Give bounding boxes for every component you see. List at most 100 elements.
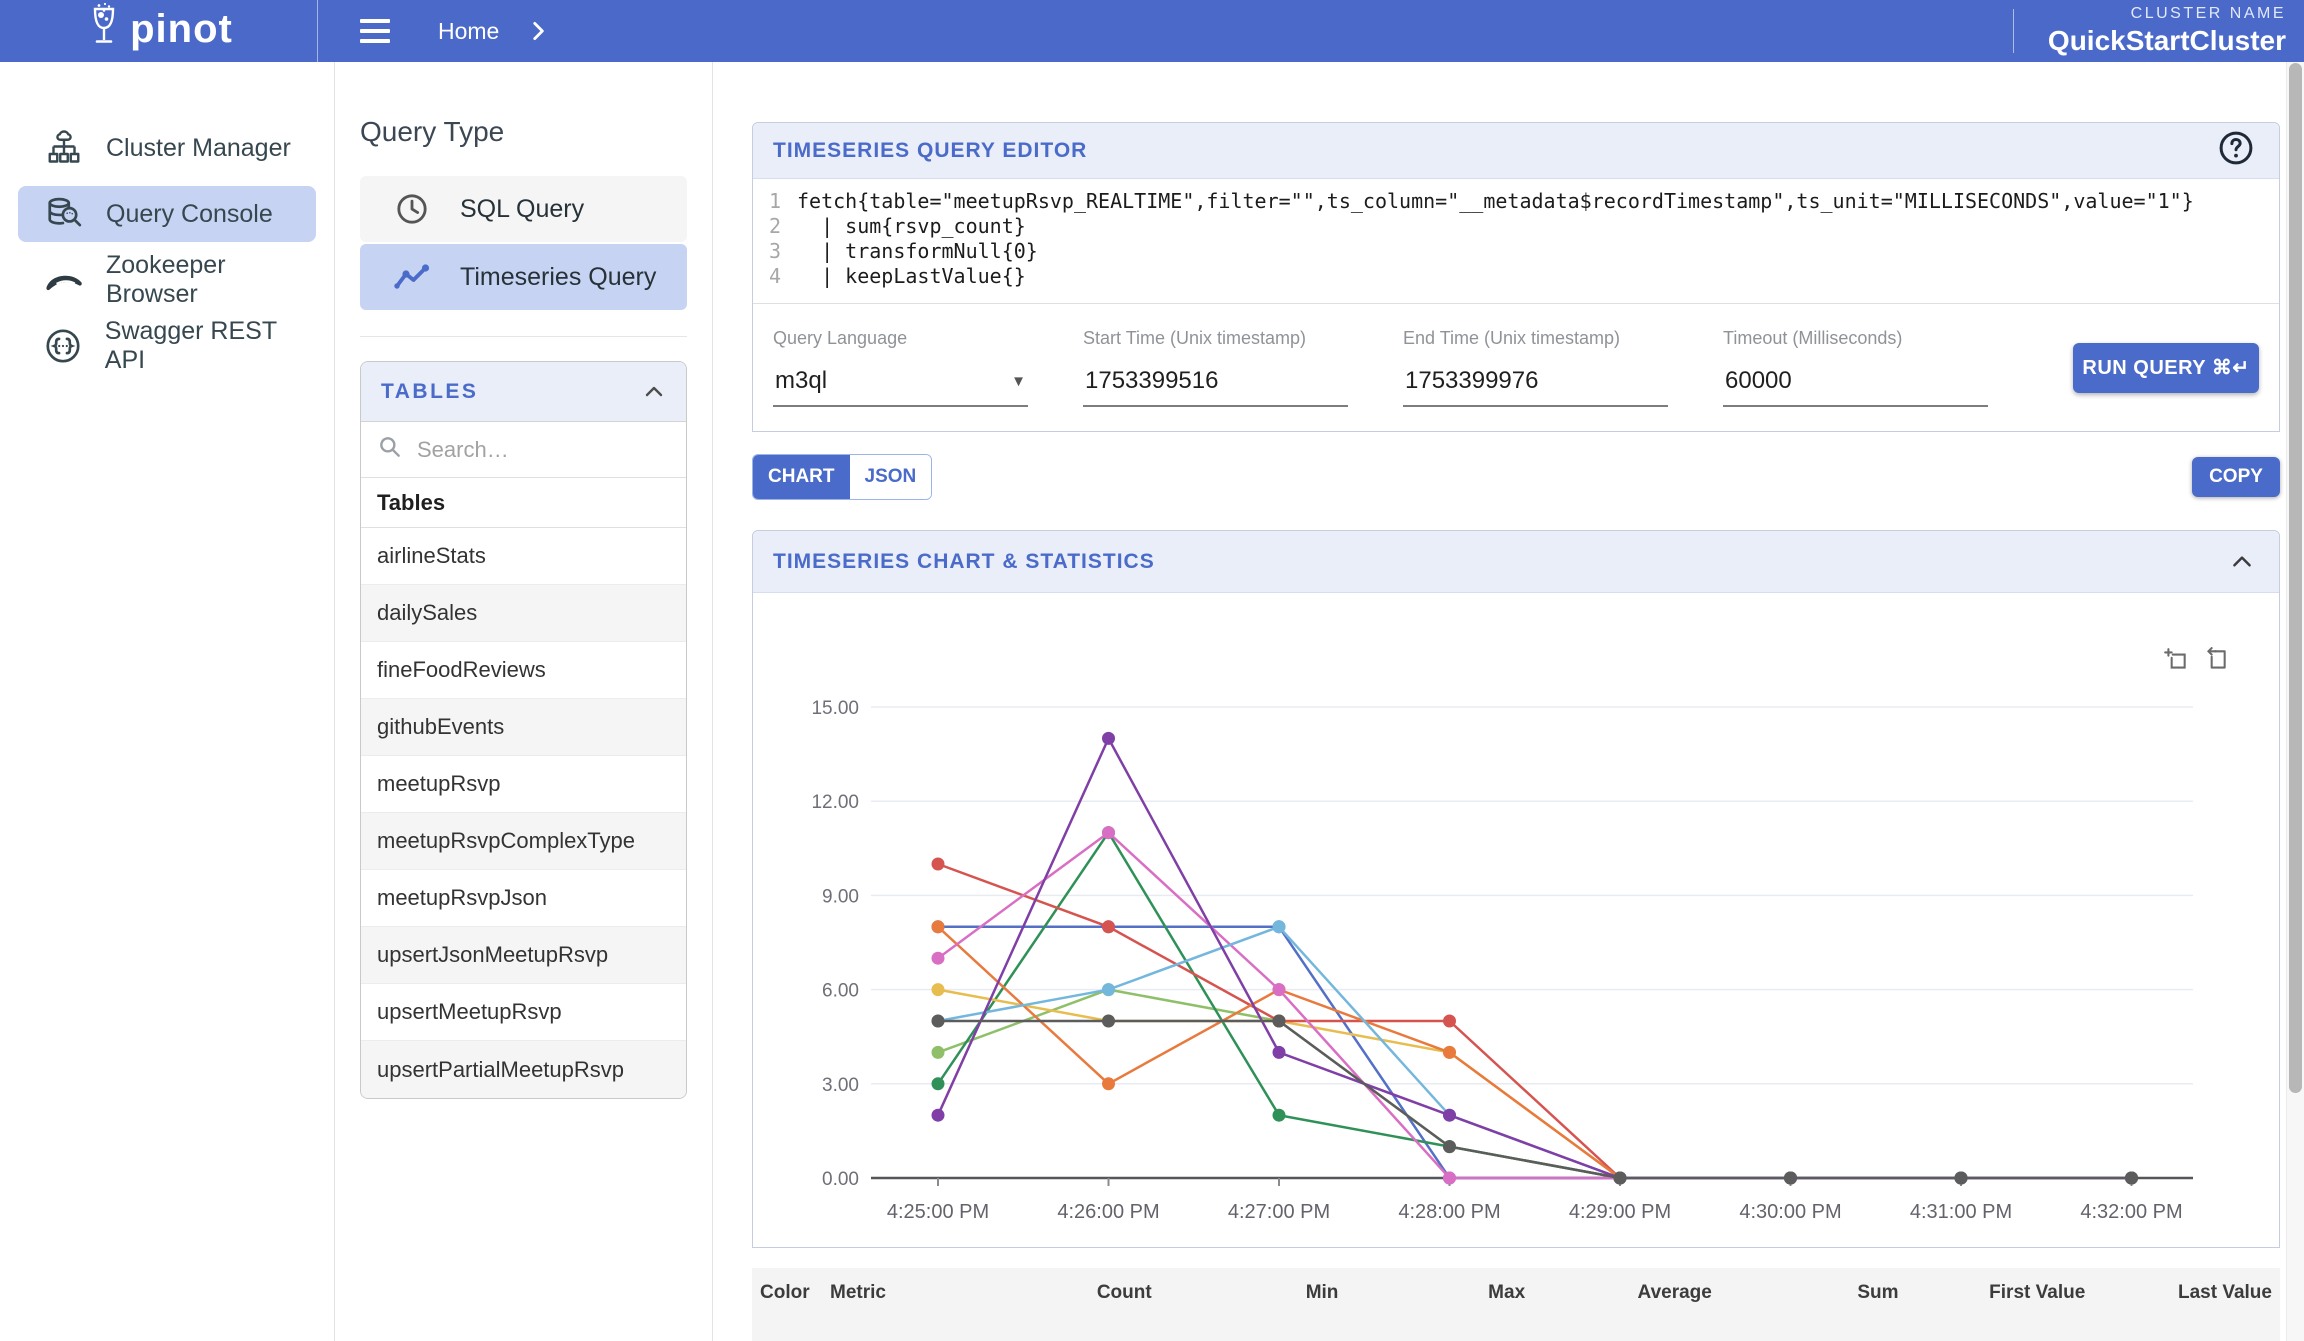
- query-type-panel: Query Type SQL QueryTimeseries Query TAB…: [335, 62, 713, 1341]
- stats-column-count: Count: [965, 1282, 1152, 1304]
- page-scrollbar[interactable]: [2286, 62, 2304, 1341]
- query-console-icon: [44, 194, 84, 234]
- end-time-value: 1753399976: [1405, 367, 1538, 395]
- svg-text:12.00: 12.00: [811, 792, 859, 813]
- app-header: pinot Home CLUSTER NAME QuickStartCluste…: [0, 0, 2304, 62]
- svg-text:4:29:00 PM: 4:29:00 PM: [1569, 1201, 1671, 1223]
- svg-text:4:25:00 PM: 4:25:00 PM: [887, 1201, 989, 1223]
- sidebar-item-swagger-rest-api[interactable]: Swagger REST API: [18, 318, 316, 374]
- results-panel-title: TIMESERIES CHART & STATISTICS: [773, 550, 1155, 574]
- search-icon: [377, 434, 403, 465]
- query-language-value: m3ql: [775, 367, 827, 395]
- code-text: | transformNull{0}: [797, 239, 1038, 264]
- logo-text: pinot: [130, 9, 233, 53]
- code-text: | keepLastValue{}: [797, 264, 1026, 289]
- svg-text:0.00: 0.00: [822, 1169, 859, 1190]
- tables-search-input[interactable]: [417, 437, 647, 463]
- query-type-option-timeseries-query[interactable]: Timeseries Query: [360, 244, 687, 310]
- table-row-upsertpartialmeetuprsvp[interactable]: upsertPartialMeetupRsvp: [361, 1041, 686, 1098]
- tables-panel-title: TABLES: [381, 380, 478, 404]
- svg-text:4:26:00 PM: 4:26:00 PM: [1057, 1201, 1159, 1223]
- table-row-meetuprsvpcomplextype[interactable]: meetupRsvpComplexType: [361, 813, 686, 870]
- sidebar-item-zookeeper-browser[interactable]: Zookeeper Browser: [18, 252, 316, 308]
- tables-list-header: Tables: [361, 478, 686, 528]
- code-line: 4 | keepLastValue{}: [753, 264, 2279, 289]
- dropdown-arrow-icon: ▼: [1011, 373, 1026, 390]
- menu-hamburger-icon[interactable]: [360, 19, 390, 43]
- cluster-name-label: CLUSTER NAME: [2131, 5, 2286, 23]
- chevron-up-icon[interactable]: [642, 380, 666, 404]
- sidebar-item-label: Query Console: [106, 200, 273, 229]
- pinot-logo[interactable]: pinot: [0, 0, 318, 62]
- timeout-value: 60000: [1725, 367, 1792, 395]
- table-row-dailysales[interactable]: dailySales: [361, 585, 686, 642]
- cluster-info: CLUSTER NAME QuickStartCluster: [2013, 9, 2304, 53]
- chart-host: 0.00 3.00 6.00 9.00 12.00 15.00 4:25:00 PM 4:26…: [753, 593, 2279, 1252]
- start-time-label: Start Time (Unix timestamp): [1083, 328, 1348, 349]
- query-language-field[interactable]: Query Language m3ql ▼: [773, 328, 1028, 407]
- query-language-label: Query Language: [773, 328, 1028, 349]
- cluster-manager-icon: [44, 128, 84, 168]
- sidebar-item-cluster-manager[interactable]: Cluster Manager: [18, 120, 316, 176]
- svg-text:4:28:00 PM: 4:28:00 PM: [1398, 1201, 1500, 1223]
- code-line: 1fetch{table="meetupRsvp_REALTIME",filte…: [753, 189, 2279, 214]
- stats-column-min: Min: [1152, 1282, 1339, 1304]
- timeout-label: Timeout (Milliseconds): [1723, 328, 1988, 349]
- table-row-finefoodreviews[interactable]: fineFoodReviews: [361, 642, 686, 699]
- query-controls: Query Language m3ql ▼ Start Time (Unix t…: [753, 304, 2279, 431]
- sidebar-item-label: Cluster Manager: [106, 134, 291, 163]
- tab-json[interactable]: JSON: [850, 455, 932, 499]
- end-time-field[interactable]: End Time (Unix timestamp) 1753399976: [1403, 328, 1668, 407]
- tab-chart[interactable]: CHART: [753, 455, 850, 499]
- zoom-reset-icon[interactable]: [2203, 647, 2229, 673]
- table-row-airlinestats[interactable]: airlineStats: [361, 528, 686, 585]
- tables-search-row: [361, 422, 686, 478]
- svg-text:3.00: 3.00: [822, 1075, 859, 1096]
- start-time-field[interactable]: Start Time (Unix timestamp) 1753399516: [1083, 328, 1348, 407]
- table-row-githubevents[interactable]: githubEvents: [361, 699, 686, 756]
- line-number: 1: [753, 189, 797, 214]
- query-type-option-label: SQL Query: [460, 195, 584, 224]
- run-query-button[interactable]: RUN QUERY ⌘↵: [2073, 343, 2259, 393]
- query-type-option-label: Timeseries Query: [460, 263, 656, 292]
- svg-text:4:32:00 PM: 4:32:00 PM: [2080, 1201, 2182, 1223]
- tables-panel-header[interactable]: TABLES: [361, 362, 686, 422]
- results-panel-header: TIMESERIES CHART & STATISTICS: [753, 531, 2279, 593]
- chart-area: 0.00 3.00 6.00 9.00 12.00 15.00 4:25:00 PM 4:26…: [753, 593, 2279, 1247]
- sidebar-item-query-console[interactable]: Query Console: [18, 186, 316, 242]
- table-row-meetuprsvpjson[interactable]: meetupRsvpJson: [361, 870, 686, 927]
- collapse-chevron-up-icon[interactable]: [2229, 549, 2255, 575]
- table-row-meetuprsvp[interactable]: meetupRsvp: [361, 756, 686, 813]
- copy-button[interactable]: COPY: [2192, 457, 2280, 497]
- stats-column-color: Color: [760, 1282, 830, 1304]
- sidenav: Cluster Manager Query Console Zookeeper Br…: [0, 62, 335, 1341]
- timeout-field[interactable]: Timeout (Milliseconds) 60000: [1723, 328, 1988, 407]
- table-row-upsertjsonmeetuprsvp[interactable]: upsertJsonMeetupRsvp: [361, 927, 686, 984]
- tables-panel: TABLES Tables airlineStatsdailySalesfine…: [360, 361, 687, 1099]
- zoom-select-icon[interactable]: [2163, 647, 2189, 673]
- table-row-upsertmeetuprsvp[interactable]: upsertMeetupRsvp: [361, 984, 686, 1041]
- main-content: TIMESERIES QUERY EDITOR 1fetch{table="me…: [713, 62, 2304, 1341]
- chevron-right-icon: [525, 18, 551, 44]
- pinot-app: pinot Home CLUSTER NAME QuickStartCluste…: [0, 0, 2304, 1341]
- svg-text:4:31:00 PM: 4:31:00 PM: [1910, 1201, 2012, 1223]
- statistics-table-header: ColorMetricCountMinMaxAverageSumFirst Va…: [752, 1268, 2280, 1341]
- breadcrumb[interactable]: Home: [438, 18, 499, 45]
- tables-list: airlineStatsdailySalesfineFoodReviewsgit…: [361, 528, 686, 1098]
- svg-text:4:27:00 PM: 4:27:00 PM: [1228, 1201, 1330, 1223]
- help-icon[interactable]: [2217, 129, 2255, 172]
- start-time-value: 1753399516: [1085, 367, 1218, 395]
- query-type-option-sql-query[interactable]: SQL Query: [360, 176, 687, 242]
- svg-text:15.00: 15.00: [811, 698, 859, 719]
- chart-toolbox: [2163, 647, 2229, 673]
- scrollbar-thumb[interactable]: [2289, 63, 2302, 1093]
- cluster-name-value: QuickStartCluster: [2048, 25, 2286, 57]
- end-time-label: End Time (Unix timestamp): [1403, 328, 1668, 349]
- code-text: fetch{table="meetupRsvp_REALTIME",filter…: [797, 189, 2194, 214]
- line-number: 2: [753, 214, 797, 239]
- timeseries-line-chart[interactable]: 0.00 3.00 6.00 9.00 12.00 15.00 4:25:00 PM 4:26…: [753, 593, 2261, 1247]
- query-code-editor[interactable]: 1fetch{table="meetupRsvp_REALTIME",filte…: [753, 179, 2279, 304]
- svg-text:9.00: 9.00: [822, 886, 859, 907]
- timeseries-icon: [392, 257, 432, 297]
- svg-text:6.00: 6.00: [822, 981, 859, 1002]
